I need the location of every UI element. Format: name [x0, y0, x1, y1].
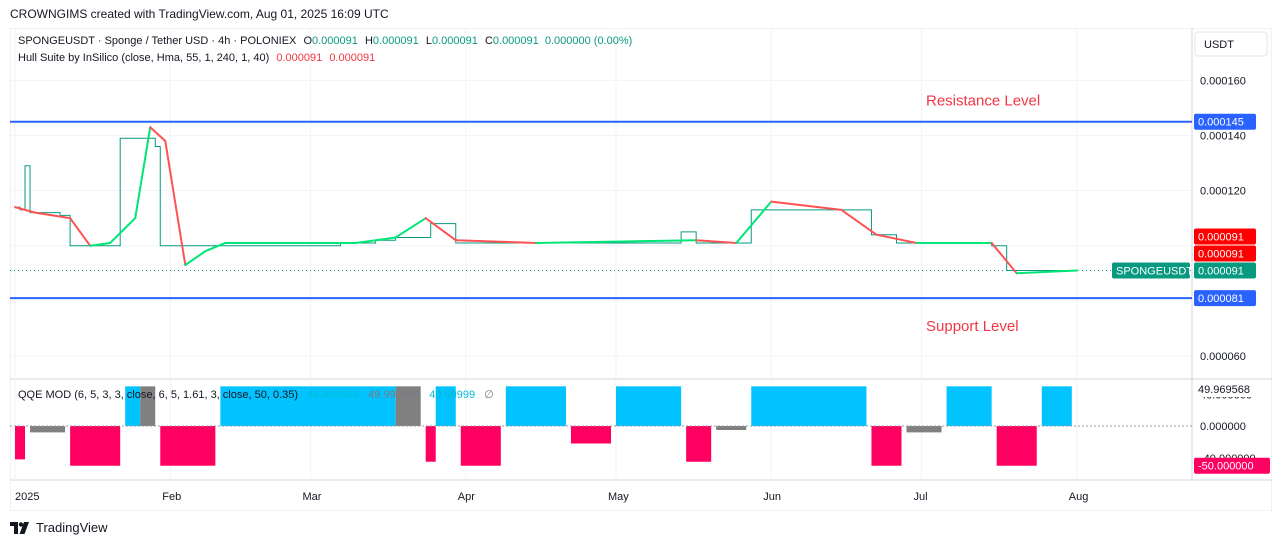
symbol-tag: SPONGEUSDT — [1116, 266, 1193, 278]
time-tick-apr: Apr — [458, 491, 475, 503]
qqe-name: QQE MOD (6, 5, 3, 3, close, 6, 5, 1.61, … — [18, 389, 299, 401]
close-label: C — [484, 35, 493, 47]
qqe-bar-red — [160, 426, 216, 466]
qqe-legend[interactable]: QQE MOD (6, 5, 3, 3, close, 6, 5, 1.61, … — [18, 388, 494, 401]
qqe-bar-red — [996, 426, 1037, 466]
resistance-annotation: Resistance Level — [926, 93, 1040, 110]
open-label: O — [303, 35, 312, 47]
qqe-bar-gray — [906, 426, 942, 433]
qqe-bottom-tag: -50.000000 — [1198, 461, 1254, 473]
resistance-price-tag: 0.000145 — [1198, 117, 1244, 129]
qqe-bar-red — [570, 426, 612, 444]
qqe-bar-gray — [716, 426, 747, 430]
open-value: 0.000091 — [312, 35, 358, 47]
chart-frame: Resistance Level Support Level USDT 0.0001… — [9, 27, 1273, 512]
close-value: 0.000091 — [492, 35, 539, 47]
qqe-bar-red — [425, 426, 436, 462]
high-label: H — [364, 35, 373, 47]
price-tick: 0.000160 — [1200, 75, 1246, 87]
price-tick: 0.000060 — [1200, 351, 1246, 363]
qqe-bar-blue — [751, 386, 867, 427]
price-tick: 0.000140 — [1200, 130, 1246, 142]
qqe-value-4: ∅ — [484, 389, 494, 401]
qqe-bar-blue — [946, 386, 992, 427]
footer: TradingView — [10, 520, 108, 535]
time-tick-feb: Feb — [162, 491, 181, 503]
tradingview-brand: TradingView — [36, 520, 108, 535]
qqe-bar-blue — [1041, 386, 1072, 427]
qqe-bar-red — [871, 426, 902, 466]
last-price-tag: 0.000091 — [1198, 266, 1244, 278]
hull-name: Hull Suite by InSilico (close, Hma, 55, … — [18, 52, 270, 64]
qqe-bar-blue — [505, 386, 566, 427]
qqe-bar-gray — [30, 426, 66, 433]
hull-legend[interactable]: Hull Suite by InSilico (close, Hma, 55, … — [18, 52, 375, 64]
support-price-tag: 0.000081 — [1198, 293, 1244, 305]
price-tick: 0.000120 — [1200, 186, 1246, 198]
qqe-bar-blue — [616, 386, 682, 427]
high-value: 0.000091 — [372, 35, 419, 47]
qqe-tick: 0.000000 — [1200, 421, 1246, 433]
hull-value-2: 0.000091 — [329, 52, 376, 64]
qqe-bar-red — [70, 426, 121, 466]
qqe-top-tag: 49.969568 — [1198, 384, 1250, 396]
qqe-bar-red — [15, 426, 26, 460]
time-tick-jul: Jul — [914, 491, 928, 503]
qqe-value-2: 49.999994 — [368, 389, 421, 401]
change-value: 0.000000 (0.00%) — [544, 35, 633, 47]
time-tick-may: May — [608, 491, 629, 503]
symbol-name: SPONGEUSDT · Sponge / Tether USD · 4h · … — [18, 35, 297, 47]
chart-header: CROWNGIMS created with TradingView.com, … — [10, 7, 389, 21]
support-annotation: Support Level — [926, 318, 1019, 335]
symbol-legend[interactable]: SPONGEUSDT · Sponge / Tether USD · 4h · … — [18, 35, 632, 47]
low-value: 0.000091 — [431, 35, 478, 47]
time-tick-2025: 2025 — [15, 491, 39, 503]
time-tick-jun: Jun — [763, 491, 781, 503]
qqe-bar-red — [460, 426, 501, 466]
time-tick-aug: Aug — [1069, 491, 1089, 503]
tradingview-logo-icon — [10, 521, 30, 534]
qqe-value-1: 49.969568 — [307, 389, 360, 401]
price-chart[interactable]: Resistance Level Support Level USDT 0.0001… — [9, 27, 1273, 512]
qqe-bar-red — [686, 426, 712, 462]
currency-label: USDT — [1204, 39, 1234, 51]
hull-value-1: 0.000091 — [276, 52, 323, 64]
time-tick-mar: Mar — [303, 491, 322, 503]
qqe-value-3: 49.99999 — [429, 389, 476, 401]
hull-price-tag-2: 0.000091 — [1198, 249, 1244, 261]
hull-price-tag-1: 0.000091 — [1198, 232, 1244, 244]
